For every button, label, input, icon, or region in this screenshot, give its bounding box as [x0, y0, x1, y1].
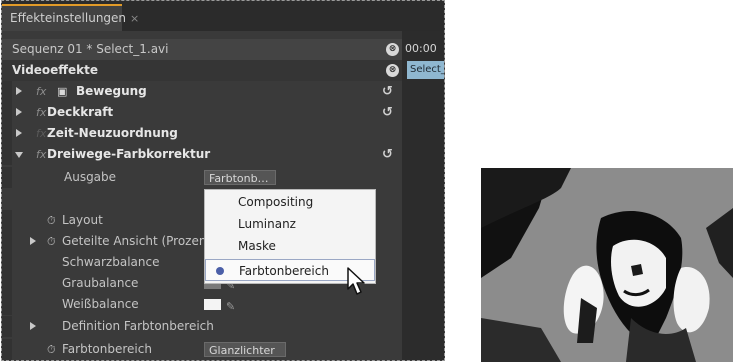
- property-ausgabe: Ausgabe Farbtonb… ▾: [2, 167, 402, 200]
- scroll-to-clip-icon[interactable]: ⊗: [386, 43, 399, 56]
- property-label: Graubalance: [62, 276, 139, 290]
- dropdown-value: Glanzlichter: [209, 344, 275, 357]
- tab-close-icon[interactable]: ×: [130, 12, 139, 25]
- reset-icon[interactable]: ↺: [382, 102, 393, 123]
- effect-row-bewegung[interactable]: fx ▣ Bewegung ↺: [2, 81, 402, 102]
- sequence-header: Sequenz 01 * Select_1.avi ⊗: [2, 39, 402, 60]
- dropdown-value: Farbtonb…: [209, 172, 269, 185]
- expand-arrow-icon[interactable]: [16, 87, 22, 95]
- tonal-range-dropdown[interactable]: Glanzlichter ▾: [204, 342, 286, 360]
- timecode: 00:00: [405, 42, 437, 55]
- panel-tab-bar: Effekteinstellungen ×: [2, 1, 444, 31]
- effect-row-zeit[interactable]: fx Zeit-Neuzuordnung: [2, 123, 402, 144]
- output-dropdown[interactable]: Farbtonb… ▾: [204, 170, 276, 200]
- property-label: Farbtonbereich: [62, 342, 152, 356]
- property-label: Ausgabe: [64, 170, 117, 184]
- white-color-swatch[interactable]: [204, 299, 221, 310]
- stopwatch-icon[interactable]: ⏱: [47, 210, 56, 231]
- video-effects-label: Videoeffekte: [12, 63, 99, 77]
- reset-icon[interactable]: ↺: [382, 144, 393, 165]
- stopwatch-icon[interactable]: ⏱: [47, 231, 56, 252]
- menu-item-maske[interactable]: Maske: [205, 235, 375, 257]
- timeline-strip[interactable]: 00:00 Select_: [402, 31, 444, 360]
- selected-radio-icon: [216, 267, 224, 275]
- stopwatch-icon[interactable]: ⏱: [47, 339, 56, 360]
- timeline-clip[interactable]: Select_: [407, 61, 444, 79]
- expand-arrow-icon[interactable]: [16, 108, 22, 116]
- property-label: Geteilte Ansicht (Prozent): [62, 234, 216, 248]
- preview-image: [481, 168, 733, 362]
- effect-label: Bewegung: [76, 84, 147, 98]
- tab-effect-controls[interactable]: Effekteinstellungen ×: [2, 4, 139, 31]
- property-label: Definition Farbtonbereich: [62, 319, 214, 333]
- motion-icon[interactable]: ▣: [57, 81, 67, 102]
- expand-arrow-icon[interactable]: [30, 322, 36, 330]
- menu-item-compositing[interactable]: Compositing: [205, 191, 375, 213]
- eyedropper-icon[interactable]: ✎: [226, 296, 235, 317]
- fx-icon-disabled: fx: [36, 127, 47, 140]
- property-label: Layout: [62, 213, 103, 227]
- fx-icon[interactable]: fx: [36, 81, 46, 102]
- effect-row-deckkraft[interactable]: fx Deckkraft ↺: [2, 102, 402, 123]
- expand-arrow-icon[interactable]: [16, 129, 22, 137]
- video-effects-toggle-icon[interactable]: ⊗: [386, 64, 399, 77]
- property-white-balance: Weißbalance ✎: [2, 294, 402, 315]
- video-effects-header: Videoeffekte ⊗: [2, 60, 402, 81]
- collapse-arrow-icon[interactable]: [15, 152, 23, 158]
- property-label: Weißbalance: [62, 297, 139, 311]
- mouse-pointer-icon: [347, 267, 365, 295]
- effect-row-dreiwege[interactable]: fx Dreiwege-Farbkorrektur ↺: [2, 144, 402, 165]
- sequence-label: Sequenz 01 * Select_1.avi: [12, 42, 169, 56]
- fx-icon[interactable]: fx: [36, 144, 46, 165]
- tab-label: Effekteinstellungen: [10, 11, 127, 25]
- effect-label: Deckkraft: [47, 105, 114, 119]
- menu-item-label: Farbtonbereich: [239, 264, 329, 278]
- property-label: Schwarzbalance: [62, 255, 160, 269]
- effect-label: Zeit-Neuzuordnung: [47, 126, 178, 140]
- property-tonal-range-definition: Definition Farbtonbereich: [2, 316, 402, 337]
- effect-label: Dreiwege-Farbkorrektur: [47, 147, 211, 161]
- effect-controls-panel: Effekteinstellungen × 00:00 Select_ Seque…: [1, 0, 445, 361]
- property-tonal-range: ⏱ Farbtonbereich Glanzlichter ▾: [2, 339, 402, 360]
- expand-arrow-icon[interactable]: [30, 237, 36, 245]
- posterized-portrait: [481, 168, 733, 362]
- fx-icon[interactable]: fx: [36, 102, 46, 123]
- chevron-down-icon: ▾: [209, 359, 215, 360]
- reset-icon[interactable]: ↺: [382, 81, 393, 102]
- menu-item-luminanz[interactable]: Luminanz: [205, 213, 375, 235]
